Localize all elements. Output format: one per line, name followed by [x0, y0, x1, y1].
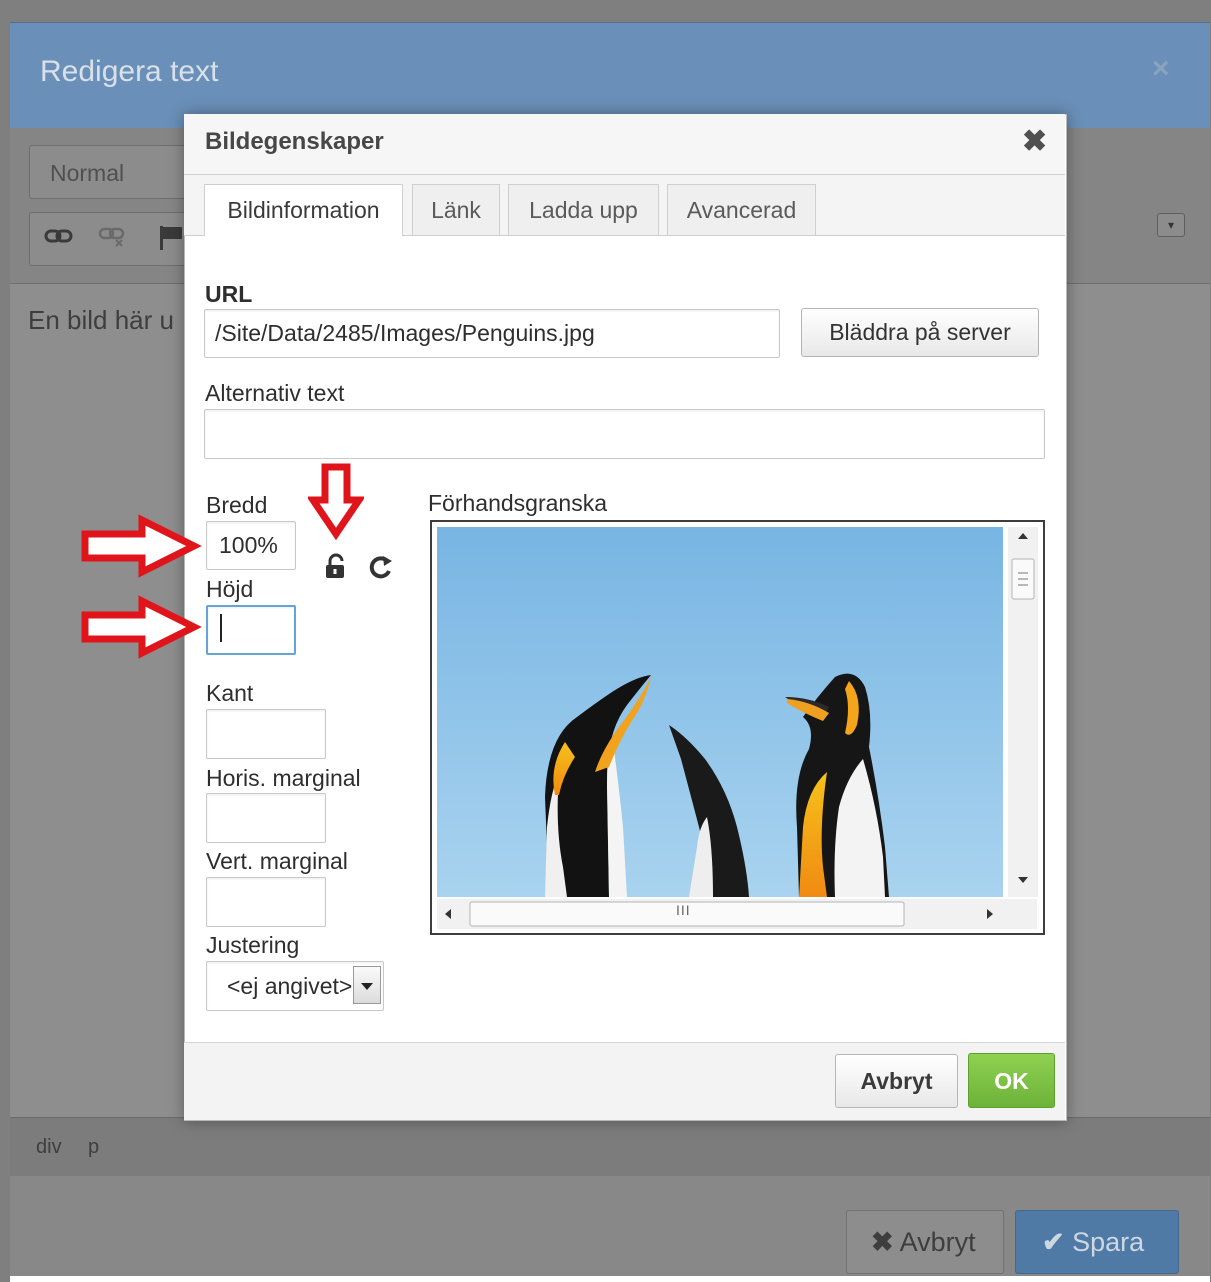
- close-x-icon: ✖: [871, 1227, 894, 1257]
- align-select[interactable]: <ej angivet>: [206, 961, 384, 1011]
- annotation-arrow-down-icon: [308, 463, 364, 540]
- browse-server-button[interactable]: Bläddra på server: [801, 308, 1039, 357]
- dialog-title: Bildegenskaper: [205, 128, 384, 155]
- tab-ladda-upp[interactable]: Ladda upp: [508, 184, 659, 235]
- dialog-ok-button[interactable]: OK: [968, 1053, 1055, 1108]
- url-label: URL: [205, 281, 253, 307]
- vspace-label: Vert. marginal: [206, 848, 348, 874]
- lock-ratio-icon[interactable]: [322, 553, 350, 586]
- editor-cancel-button[interactable]: ✖ Avbryt: [846, 1210, 1004, 1274]
- editor-save-button[interactable]: ✔ Spara: [1015, 1210, 1179, 1274]
- width-input[interactable]: [206, 521, 296, 570]
- border-input[interactable]: [206, 709, 326, 759]
- toolbar-collapse-icon[interactable]: ▾: [1157, 213, 1185, 237]
- tab-bildinformation[interactable]: Bildinformation: [204, 184, 403, 236]
- width-label: Bredd: [206, 492, 268, 518]
- tab-lank[interactable]: Länk: [412, 184, 500, 235]
- editor-save-label: Spara: [1072, 1227, 1145, 1257]
- hspace-input[interactable]: [206, 793, 326, 843]
- editor-cancel-label: Avbryt: [899, 1227, 976, 1257]
- dialog-close-icon[interactable]: ✖: [1022, 124, 1047, 159]
- url-input[interactable]: [204, 309, 780, 358]
- editor-content-text[interactable]: En bild här u: [28, 305, 174, 336]
- text-cursor: [220, 614, 222, 642]
- border-label: Kant: [206, 680, 254, 706]
- preview-horizontal-scrollbar[interactable]: [437, 899, 1037, 929]
- align-label: Justering: [206, 932, 300, 958]
- height-label: Höjd: [206, 576, 254, 602]
- dropdown-arrow-icon[interactable]: [353, 966, 381, 1004]
- preview-label: Förhandsgranska: [428, 490, 607, 516]
- anchor-flag-icon[interactable]: [158, 225, 184, 257]
- format-select-value: Normal: [50, 160, 125, 186]
- check-icon: ✔: [1042, 1227, 1065, 1257]
- annotation-arrow-right-icon: [81, 595, 202, 659]
- path-tag-p[interactable]: p: [88, 1136, 99, 1159]
- editor-modal-title: Redigera text: [40, 55, 219, 88]
- reset-size-icon[interactable]: [367, 552, 395, 587]
- vspace-input[interactable]: [206, 877, 326, 927]
- unlink-icon[interactable]: [98, 225, 128, 255]
- preview-penguins-image: [437, 527, 1003, 897]
- annotation-arrow-right-icon: [81, 514, 202, 578]
- hspace-label: Horis. marginal: [206, 765, 361, 791]
- element-path-bar: div p: [10, 1117, 1210, 1177]
- tab-avancerad[interactable]: Avancerad: [667, 184, 816, 235]
- path-tag-div[interactable]: div: [36, 1136, 62, 1159]
- align-select-value: <ej angivet>: [227, 973, 352, 999]
- scrollbar-grip-icon: III: [676, 902, 691, 918]
- link-icon[interactable]: [44, 225, 74, 253]
- editor-close-icon[interactable]: ×: [1152, 52, 1170, 86]
- dialog-cancel-button[interactable]: Avbryt: [835, 1054, 958, 1108]
- alt-text-input[interactable]: [204, 409, 1045, 459]
- alt-text-label: Alternativ text: [205, 380, 345, 406]
- preview-vertical-scrollbar[interactable]: [1008, 527, 1038, 897]
